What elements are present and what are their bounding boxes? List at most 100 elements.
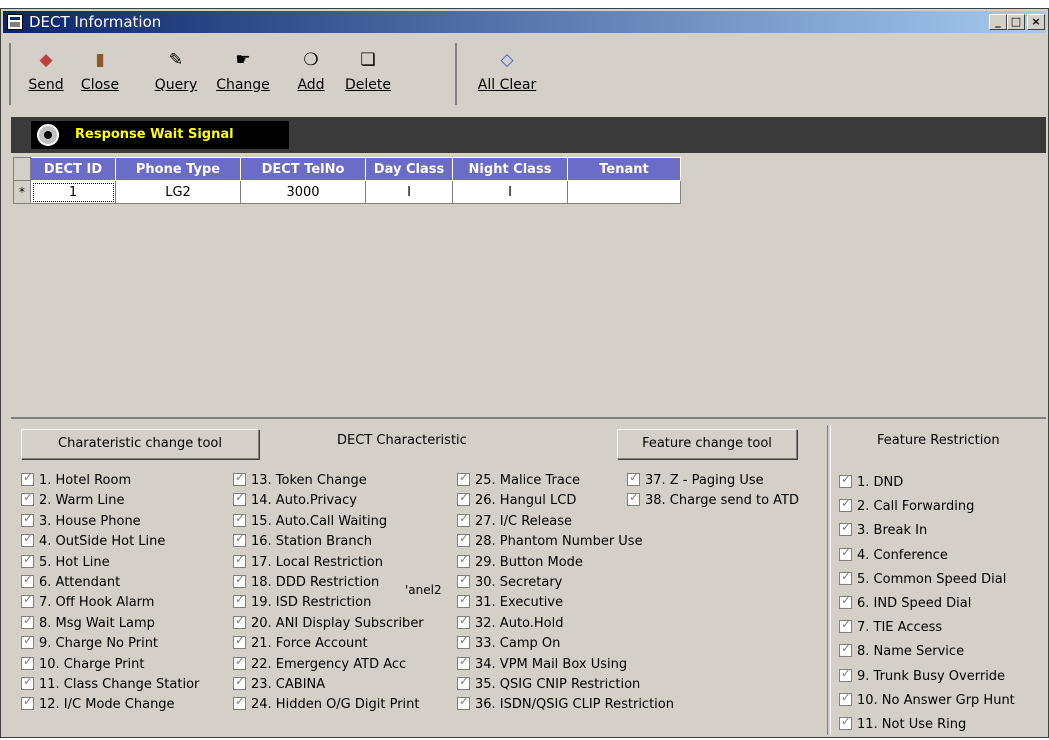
feature-checkbox[interactable]: 15. Auto.Call Waiting <box>233 513 459 534</box>
checkbox-checked-icon[interactable] <box>21 534 34 548</box>
feature-checkbox[interactable]: 7. TIE Access <box>839 620 1046 640</box>
checkbox-checked-icon[interactable] <box>233 534 246 548</box>
feature-checkbox[interactable]: 11. Not Use Ring <box>839 717 1046 737</box>
feature-checkbox[interactable]: 7. Off Hook Alarm <box>21 595 231 615</box>
minimize-icon[interactable]: _ <box>989 14 1007 30</box>
feature-checkbox[interactable]: 1. Hotel Room <box>21 473 231 493</box>
dect-grid[interactable]: DECT ID Phone Type DECT TelNo Day Class … <box>13 157 681 204</box>
feature-checkbox[interactable]: 1. DND <box>839 475 1046 495</box>
checkbox-checked-icon[interactable] <box>233 595 246 609</box>
checkbox-checked-icon[interactable] <box>21 575 34 588</box>
close-window-icon[interactable]: × <box>1027 14 1045 30</box>
column-header[interactable]: DECT ID <box>30 157 116 181</box>
feature-checkbox[interactable]: 6. Attendant <box>21 575 231 595</box>
feature-checkbox[interactable]: 30. Secretary <box>457 575 717 595</box>
feature-checkbox[interactable]: 3. Break In <box>839 523 1046 543</box>
characteristic-change-tool-button[interactable]: Charateristic change tool <box>21 429 259 459</box>
feature-checkbox[interactable]: 9. Trunk Busy Override <box>839 668 1046 689</box>
checkbox-checked-icon[interactable] <box>21 513 34 527</box>
column-header[interactable]: Day Class <box>365 157 453 181</box>
table-cell[interactable]: I <box>365 180 453 204</box>
checkbox-checked-icon[interactable] <box>21 493 34 507</box>
feature-checkbox[interactable]: 5. Hot Line <box>21 554 231 575</box>
checkbox-checked-icon[interactable] <box>457 595 470 609</box>
feature-checkbox[interactable]: 9. Charge No Print <box>21 636 231 656</box>
checkbox-checked-icon[interactable] <box>21 636 34 650</box>
checkbox-checked-icon[interactable] <box>21 554 34 568</box>
checkbox-checked-icon[interactable] <box>627 493 640 507</box>
feature-checkbox[interactable]: 28. Phantom Number Use <box>457 534 717 554</box>
checkbox-checked-icon[interactable] <box>233 656 246 670</box>
feature-checkbox[interactable]: 5. Common Speed Dial <box>839 571 1046 592</box>
checkbox-checked-icon[interactable] <box>457 554 470 568</box>
feature-checkbox[interactable]: 36. ISDN/QSIG CLIP Restriction <box>457 697 717 717</box>
feature-checkbox[interactable]: 11. Class Change Statior <box>21 677 231 697</box>
table-row[interactable]: * 1 LG2 3000 I I <box>13 180 681 204</box>
feature-checkbox[interactable]: 13. Token Change <box>233 473 459 493</box>
column-header[interactable]: Night Class <box>452 157 568 181</box>
feature-checkbox[interactable]: 10. No Answer Grp Hunt <box>839 692 1046 713</box>
checkbox-checked-icon[interactable] <box>233 677 246 690</box>
feature-checkbox[interactable]: 35. QSIG CNIP Restriction <box>457 677 717 697</box>
column-header[interactable]: Phone Type <box>115 157 241 181</box>
feature-checkbox[interactable]: 4. OutSide Hot Line <box>21 534 231 554</box>
feature-checkbox[interactable]: 37. Z - Paging Use <box>627 473 827 493</box>
feature-checkbox[interactable]: 23. CABINA <box>233 677 459 697</box>
checkbox-checked-icon[interactable] <box>21 697 34 711</box>
checkbox-checked-icon[interactable] <box>457 677 470 690</box>
table-cell[interactable] <box>567 180 681 204</box>
feature-checkbox[interactable]: 24. Hidden O/G Digit Print <box>233 697 459 717</box>
checkbox-checked-icon[interactable] <box>21 473 34 486</box>
checkbox-checked-icon[interactable] <box>839 668 852 682</box>
checkbox-checked-icon[interactable] <box>457 697 470 711</box>
checkbox-checked-icon[interactable] <box>457 493 470 507</box>
checkbox-checked-icon[interactable] <box>21 677 34 690</box>
checkbox-checked-icon[interactable] <box>233 575 246 588</box>
checkbox-checked-icon[interactable] <box>839 717 852 730</box>
add-button[interactable]: ❍ Add <box>291 49 331 93</box>
maximize-icon[interactable]: □ <box>1007 14 1025 30</box>
feature-checkbox[interactable]: 8. Name Service <box>839 644 1046 664</box>
query-button[interactable]: ✎ Query <box>151 49 201 93</box>
feature-checkbox[interactable]: 2. Call Forwarding <box>839 499 1046 519</box>
delete-button[interactable]: ❏ Delete <box>339 49 397 93</box>
feature-checkbox[interactable]: 18. DDD Restriction <box>233 575 459 595</box>
feature-checkbox[interactable]: 32. Auto.Hold <box>457 615 717 636</box>
checkbox-checked-icon[interactable] <box>21 656 34 670</box>
checkbox-checked-icon[interactable] <box>233 554 246 568</box>
checkbox-checked-icon[interactable] <box>233 615 246 629</box>
feature-checkbox[interactable]: 19. ISD Restriction <box>233 595 459 615</box>
feature-checkbox[interactable]: 2. Warm Line <box>21 493 231 513</box>
feature-checkbox[interactable]: 4. Conference <box>839 547 1046 568</box>
checkbox-checked-icon[interactable] <box>457 636 470 650</box>
checkbox-checked-icon[interactable] <box>21 595 34 609</box>
checkbox-checked-icon[interactable] <box>839 499 852 513</box>
checkbox-checked-icon[interactable] <box>21 615 34 629</box>
checkbox-checked-icon[interactable] <box>839 596 852 609</box>
table-cell[interactable]: 3000 <box>240 180 366 204</box>
checkbox-checked-icon[interactable] <box>839 547 852 561</box>
checkbox-checked-icon[interactable] <box>839 475 852 488</box>
feature-checkbox[interactable]: 17. Local Restriction <box>233 554 459 575</box>
feature-checkbox[interactable]: 21. Force Account <box>233 636 459 656</box>
checkbox-checked-icon[interactable] <box>233 697 246 711</box>
feature-checkbox[interactable]: 3. House Phone <box>21 513 231 534</box>
feature-checkbox[interactable]: 29. Button Mode <box>457 554 717 575</box>
checkbox-checked-icon[interactable] <box>457 534 470 548</box>
feature-checkbox[interactable]: 6. IND Speed Dial <box>839 596 1046 616</box>
checkbox-checked-icon[interactable] <box>457 656 470 670</box>
checkbox-checked-icon[interactable] <box>839 644 852 658</box>
checkbox-checked-icon[interactable] <box>233 513 246 527</box>
checkbox-checked-icon[interactable] <box>457 575 470 588</box>
close-button[interactable]: ▮ Close <box>75 49 125 93</box>
feature-checkbox[interactable]: 10. Charge Print <box>21 656 231 677</box>
feature-checkbox[interactable]: 14. Auto.Privacy <box>233 493 459 513</box>
feature-checkbox[interactable]: 34. VPM Mail Box Using <box>457 656 717 677</box>
checkbox-checked-icon[interactable] <box>457 615 470 629</box>
column-header[interactable]: Tenant <box>567 157 681 181</box>
feature-checkbox[interactable]: 12. I/C Mode Change <box>21 697 231 717</box>
column-header[interactable]: DECT TelNo <box>240 157 366 181</box>
row-marker[interactable]: * <box>13 180 31 204</box>
checkbox-checked-icon[interactable] <box>839 571 852 585</box>
feature-change-tool-button[interactable]: Feature change tool <box>617 429 797 459</box>
